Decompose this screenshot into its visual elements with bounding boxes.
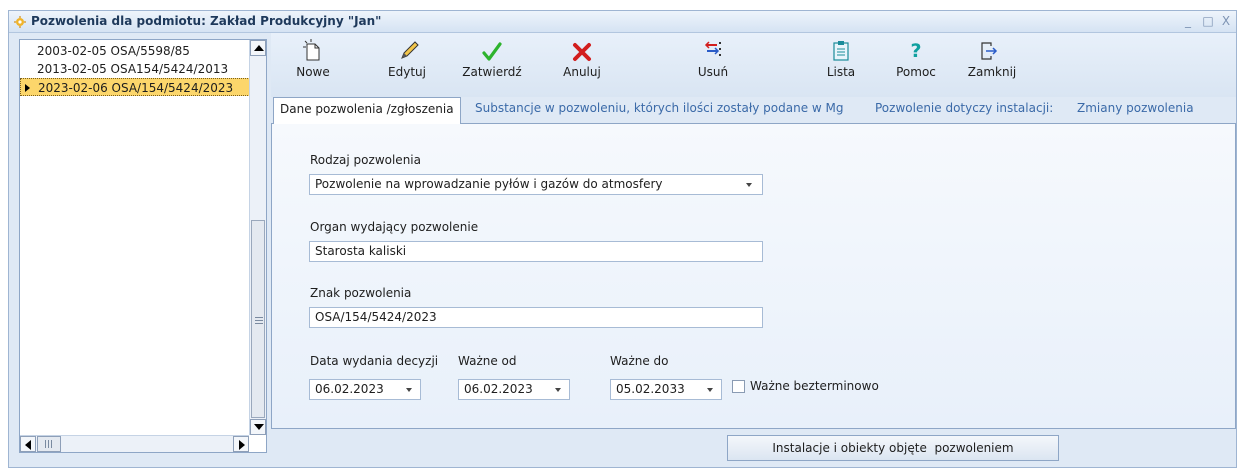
dropdown-arrow-icon [707, 388, 713, 392]
toolbar: Nowe Edytuj Zatwierdź Anuluj Usuń Lista … [271, 33, 1236, 97]
tab-strip: Dane pozwolenia /zgłoszenia Substancje w… [273, 97, 1236, 124]
close-button[interactable]: Zamknij [965, 37, 1019, 87]
scroll-right-button[interactable] [233, 436, 249, 452]
list-item-label: 2003-02-05 OSA/5598/85 [37, 44, 190, 58]
scroll-thumb[interactable] [251, 220, 265, 418]
issue-date-picker[interactable]: 06.02.2023 [309, 379, 421, 400]
minimize-button[interactable]: _ [1180, 13, 1196, 29]
dropdown-arrow-icon [746, 183, 752, 187]
new-label: Nowe [296, 65, 330, 79]
tab-installations[interactable]: Pozwolenie dotyczy instalacji: [869, 97, 1059, 122]
app-icon [14, 16, 26, 28]
tab-label: Substancje w pozwoleniu, których ilości … [475, 101, 844, 115]
issue-date-label: Data wydania decyzji [310, 354, 439, 368]
issue-date-value: 06.02.2023 [315, 382, 384, 396]
installations-objects-button[interactable]: Instalacje i obiekty objęte pozwoleniem [727, 435, 1059, 461]
grip-icon [255, 317, 263, 318]
permit-type-select[interactable]: Pozwolenie na wprowadzanie pyłów i gazów… [309, 174, 763, 195]
svg-text:?: ? [910, 40, 921, 62]
edit-button[interactable]: Edytuj [379, 37, 435, 87]
pencil-icon [401, 41, 419, 59]
list-item[interactable]: 2013-02-05 OSA154/5424/2013 [20, 60, 250, 78]
scroll-left-button[interactable] [20, 436, 36, 452]
delete-button[interactable]: Usuń [691, 37, 735, 87]
cancel-x-icon [573, 43, 591, 61]
scroll-up-button[interactable] [250, 40, 266, 56]
list-label: Lista [826, 65, 856, 79]
vertical-scrollbar[interactable] [249, 40, 266, 435]
delete-label: Usuń [697, 65, 729, 79]
scroll-down-button[interactable] [250, 419, 266, 435]
issuer-input[interactable]: Starosta kaliski [309, 241, 763, 262]
window-title: Pozwolenia dla podmiotu: Zakład Produkcy… [31, 14, 382, 28]
help-button[interactable]: ? Pomoc [889, 37, 943, 87]
indefinite-checkbox[interactable] [732, 380, 745, 393]
grip-icon [51, 440, 52, 448]
checkmark-icon [482, 42, 502, 61]
grip-icon [48, 440, 49, 448]
clipboard-icon [833, 41, 849, 61]
list-item[interactable]: 2003-02-05 OSA/5598/85 [20, 42, 250, 60]
help-question-icon: ? [910, 40, 921, 62]
permit-type-label: Rodzaj pozwolenia [310, 153, 421, 167]
valid-from-label: Ważne od [458, 354, 517, 368]
cancel-button[interactable]: Anuluj [557, 37, 607, 87]
valid-from-value: 06.02.2023 [464, 382, 533, 396]
dropdown-arrow-icon [555, 388, 561, 392]
maximize-button[interactable]: □ [1200, 13, 1216, 29]
h-scroll-thumb[interactable] [37, 436, 61, 452]
title-bar: Pozwolenia dla podmiotu: Zakład Produkcy… [9, 11, 1236, 33]
valid-to-picker[interactable]: 05.02.2033 [610, 379, 722, 400]
grip-icon [255, 320, 263, 321]
delete-record-icon [704, 41, 721, 56]
permit-number-value: OSA/154/5424/2023 [315, 310, 437, 324]
help-label: Pomoc [896, 65, 936, 79]
horizontal-scrollbar[interactable] [20, 435, 249, 452]
confirm-button[interactable]: Zatwierdź [459, 37, 525, 87]
tab-substances[interactable]: Substancje w pozwoleniu, których ilości … [469, 97, 849, 122]
list-item-selected[interactable]: 2023-02-06 OSA/154/5424/2023 [20, 78, 250, 96]
list-item-label: 2023-02-06 OSA/154/5424/2023 [38, 81, 234, 95]
arrow-up-icon [254, 45, 264, 51]
arrow-down-icon [254, 424, 264, 430]
exit-icon [981, 42, 998, 60]
valid-to-value: 05.02.2033 [616, 382, 685, 396]
permits-window: Pozwolenia dla podmiotu: Zakład Produkcy… [8, 10, 1237, 468]
permits-list: 2003-02-05 OSA/5598/85 2013-02-05 OSA154… [19, 39, 267, 453]
installations-objects-label: Instalacje i obiekty objęte pozwoleniem [772, 441, 1014, 455]
tab-label: Pozwolenie dotyczy instalacji: [875, 101, 1054, 115]
row-pointer-icon [25, 84, 30, 92]
permit-number-input[interactable]: OSA/154/5424/2023 [309, 307, 763, 328]
issuer-label: Organ wydający pozwolenie [310, 220, 479, 234]
list-button[interactable]: Lista [819, 37, 863, 87]
confirm-label: Zatwierdź [462, 65, 522, 79]
list-item-label: 2013-02-05 OSA154/5424/2013 [37, 62, 229, 76]
grip-icon [255, 323, 263, 324]
permit-number-label: Znak pozwolenia [310, 286, 412, 300]
arrow-left-icon [25, 440, 31, 450]
indefinite-label: Ważne bezterminowo [750, 379, 879, 393]
close-window-button[interactable]: X [1218, 13, 1234, 29]
permit-type-value: Pozwolenie na wprowadzanie pyłów i gazów… [315, 177, 663, 191]
issuer-value: Starosta kaliski [315, 244, 407, 258]
edit-label: Edytuj [388, 65, 426, 79]
valid-to-label: Ważne do [610, 354, 669, 368]
permit-form: Rodzaj pozwolenia Pozwolenie na wprowadz… [271, 123, 1236, 429]
new-button[interactable]: Nowe [291, 37, 335, 87]
valid-from-picker[interactable]: 06.02.2023 [458, 379, 570, 400]
tab-permit-changes[interactable]: Zmiany pozwolenia [1071, 97, 1200, 122]
grip-icon [45, 440, 46, 448]
close-label: Zamknij [967, 65, 1017, 79]
dropdown-arrow-icon [406, 388, 412, 392]
cancel-label: Anuluj [563, 65, 601, 79]
new-document-icon [303, 39, 320, 61]
arrow-right-icon [239, 440, 245, 450]
tab-label: Dane pozwolenia /zgłoszenia [280, 102, 454, 116]
tab-permit-data[interactable]: Dane pozwolenia /zgłoszenia [273, 97, 461, 124]
tab-label: Zmiany pozwolenia [1077, 101, 1194, 115]
